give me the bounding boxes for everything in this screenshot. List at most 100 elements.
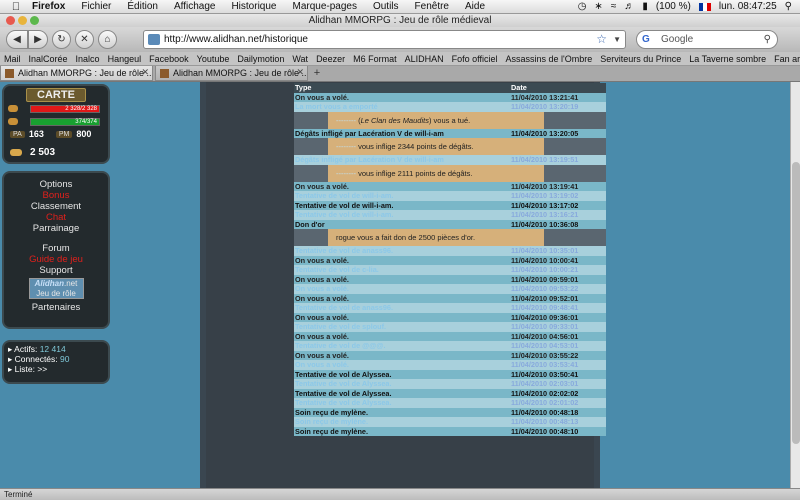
menu-guide[interactable]: Guide de jeu [4,254,108,265]
attacker-name[interactable]: -------- [336,169,356,178]
apple-icon[interactable]:  [8,0,24,14]
damage-text: vous inflige 2111 points de dégâts. [355,168,473,178]
bookmark-item[interactable]: InalCorée [25,52,72,65]
bookmark-item[interactable]: Fan art - Blog [770,52,800,65]
page-scrollbar[interactable] [790,82,800,488]
bookmark-item[interactable]: Youtube [193,52,234,65]
battery-icon[interactable]: ▮ [642,0,648,14]
bookmark-item[interactable]: Deezer [312,52,349,65]
carte-button[interactable]: CARTE [26,88,86,102]
stop-button[interactable]: ✕ [75,30,94,49]
bookmark-item[interactable]: Wat [288,52,312,65]
liste-row[interactable]: ▸ Liste: >> [8,364,69,374]
bookmark-item[interactable]: La Taverne sombre [685,52,770,65]
menu-options[interactable]: Options [4,179,108,190]
history-type: Soin reçu de mylène. [294,407,510,417]
bookmark-item[interactable]: Serviteurs du Prince [596,52,685,65]
minimize-window-button[interactable] [18,16,27,25]
history-row: Tentative de vol de Alyssea. 11/04/2010 0… [294,379,606,389]
history-type: Tentative de vol de Alyssea. [294,398,510,408]
tab-2[interactable]: Alidhan MMORPG : Jeu de rôle ... ✕ [155,66,308,81]
liste-link[interactable]: Liste: >> [15,364,48,374]
clan-name[interactable]: Le Clan des Maudits [361,116,429,125]
history-type: Tentative de vol de Alyssea. [294,369,510,379]
tab-1[interactable]: Alidhan MMORPG : Jeu de rôle ... ✕ [0,66,153,81]
bookmark-star-icon[interactable]: ☆ [596,31,607,48]
flag-icon[interactable] [698,3,711,11]
points-row: PA 163 PM 800 [10,129,99,139]
history-type: Tentative de vol de c-lia. [294,265,510,275]
menu-spacer [4,234,108,243]
actifs-label: Actifs: [14,344,38,354]
menu-partenaires[interactable]: Partenaires [4,302,108,313]
mac-menubar:  Firefox Fichier Édition Affichage Hist… [0,0,800,14]
home-button[interactable]: ⌂ [98,30,117,49]
url-bar[interactable]: http://www.alidhan.net/historique ☆ ▼ [143,30,626,49]
menu-app[interactable]: Firefox [24,0,73,14]
attacker-name[interactable]: -------- [336,142,356,151]
menu-outils[interactable]: Outils [365,0,407,14]
close-window-button[interactable] [6,16,15,25]
menu-bonus[interactable]: Bonus [4,190,108,201]
menu-edition[interactable]: Édition [119,0,166,14]
bookmark-item[interactable]: Inalco [72,52,104,65]
bookmark-item[interactable]: Assassins de l'Ombre [501,52,596,65]
bookmark-item[interactable]: Mail [0,52,25,65]
tab-close-icon[interactable]: ✕ [141,67,149,78]
time-machine-icon[interactable]: ◷ [578,0,587,14]
url-text: http://www.alidhan.net/historique [164,34,308,45]
history-type: Tentative de vol de will-i-am. [294,200,510,210]
bookmark-item[interactable]: ALIDHAN [401,52,448,65]
menu-forum[interactable]: Forum [4,243,108,254]
gold-coins-icon [10,149,22,156]
detail-text-end: ) vous a tué. [428,115,471,125]
bookmark-item[interactable]: M6 Format [349,52,401,65]
reload-button[interactable]: ↻ [52,30,71,49]
menu-marque-pages[interactable]: Marque-pages [284,0,364,14]
tab-close-icon[interactable]: ✕ [296,67,304,78]
history-type: On vous a volé. [294,312,510,322]
logo-net: .net [64,279,78,288]
menu-classement[interactable]: Classement [4,201,108,212]
history-date: 11/04/2010 00:48:10 [510,426,606,436]
url-dropdown-icon[interactable]: ▼ [613,31,621,48]
menu-fichier[interactable]: Fichier [73,0,119,14]
forward-button[interactable]: ▶ [28,30,48,49]
menubar-clock[interactable]: lun. 08:47:25 [719,0,777,14]
alidhan-logo[interactable]: Alidhan.net Jeu de rôle [28,278,84,299]
bookmark-item[interactable]: Dailymotion [233,52,288,65]
bookmark-item[interactable]: Fofo officiel [448,52,502,65]
history-type: Dégâts infligé par Lacération V de will-… [294,128,510,138]
logo-main: Alidhan [34,279,64,288]
stop-icon: ✕ [80,34,89,45]
attacker-name[interactable]: -------- [336,116,356,125]
history-row: Tentative de vol de Alyssea. 11/04/2010 0… [294,369,606,379]
history-date: 11/04/2010 09:33:01 [510,322,606,332]
bookmark-item[interactable]: Facebook [145,52,193,65]
search-input[interactable]: G Google ⚲ [636,30,778,49]
menu-aide[interactable]: Aide [457,0,493,14]
history-date: 11/04/2010 10:00:21 [510,265,606,275]
parchment-message: -------- vous inflige 2111 points de dég… [328,164,544,182]
history-date: 11/04/2010 13:20:05 [510,128,606,138]
volume-icon[interactable]: ♬ [624,0,634,14]
menu-fenetre[interactable]: Fenêtre [407,0,457,14]
back-button[interactable]: ◀ [6,30,28,49]
search-icon[interactable]: ⚲ [764,31,771,48]
new-tab-button[interactable]: + [310,66,324,81]
menu-parrainage[interactable]: Parrainage [4,223,108,234]
menu-chat[interactable]: Chat [4,212,108,223]
bookmark-item[interactable]: Hangeul [104,52,146,65]
menu-support[interactable]: Support [4,265,108,276]
history-date: 11/04/2010 13:19:41 [510,181,606,191]
menu-historique[interactable]: Historique [223,0,284,14]
pa-value: 163 [28,129,44,139]
history-row: On vous a volé. 11/04/2010 13:21:41 [294,92,606,102]
wifi-icon[interactable]: ≈ [611,0,617,14]
bluetooth-icon[interactable]: ∗ [594,0,602,14]
zoom-window-button[interactable] [30,16,39,25]
spotlight-icon[interactable]: ⚲ [785,0,792,14]
menu-affichage[interactable]: Affichage [166,0,224,14]
history-row: On vous a volé. 11/04/2010 09:53:22 [294,284,606,294]
scrollbar-thumb[interactable] [792,162,800,444]
